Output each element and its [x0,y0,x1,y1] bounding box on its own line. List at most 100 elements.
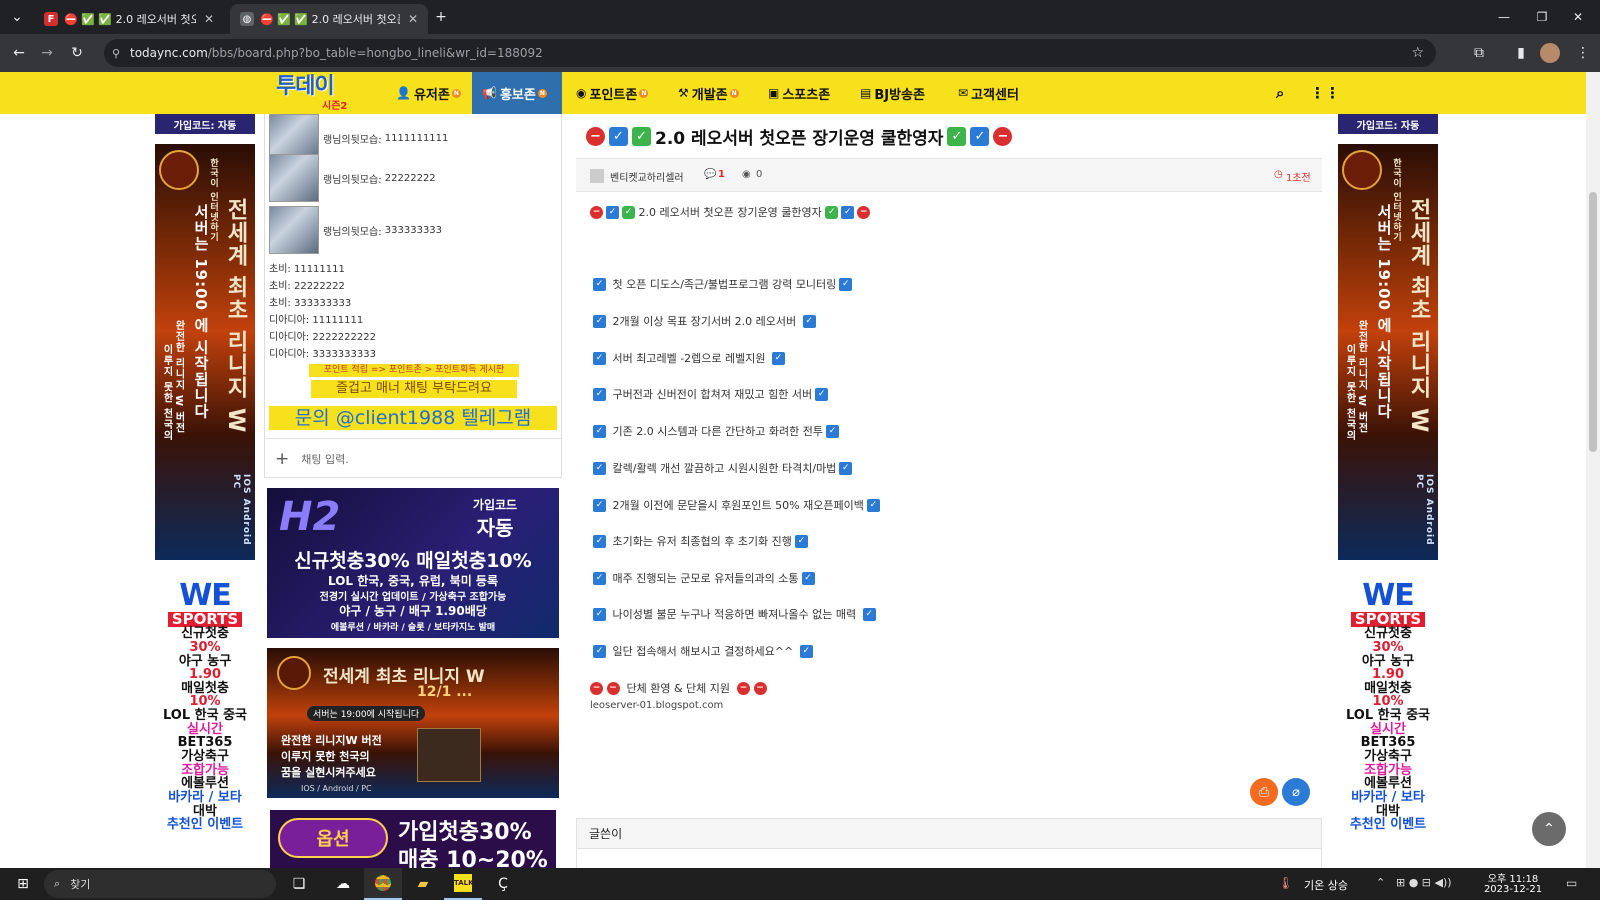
option-ad-banner[interactable]: 옵션 가입첫충30% 매충 10~20% [270,810,556,868]
attachment-button[interactable]: ⌀ [1282,778,1310,806]
feature-text: 구버전과 신버전이 합쳐져 재밌고 힘한 서버 [612,388,813,401]
profile-avatar[interactable] [1540,43,1560,63]
feature-text: 서버 최고레벨 -2렙으로 레벨지원 [612,352,766,365]
chat-line: 초비: 22222222 [269,277,345,292]
nav-label: 스포츠존 [782,87,831,103]
check-mark-icon: ✓ [632,127,651,146]
site-info-icon[interactable]: ⚲ [112,47,120,60]
check-box-icon: ✓ [862,607,876,621]
h2-ad-banner[interactable]: H2 가입코드 자동 신규첫충30% 매일첫충10% LOL 한국, 중국, 유… [267,488,559,638]
clock-time[interactable]: 오후 11:18 [1478,870,1548,885]
taskbar-search[interactable]: ⌕ 찾기 [44,870,276,898]
nav-dev-zone[interactable]: ⚒ 개발존 N [668,72,749,114]
promo-line: 추천인 이벤트 [1349,817,1427,833]
scrollbar-thumb[interactable] [1589,192,1597,452]
print-button[interactable]: ⎙ [1250,778,1278,806]
file-explorer-icon[interactable]: ▰ [404,868,442,900]
promo-line: 바카라 / 보타 [1351,789,1425,805]
scroll-to-top-button[interactable]: ⌃ [1532,812,1566,846]
lineage-line-2: 완전한 리니지W 버전 [281,734,382,747]
chat-message: 랭님의뒷모습: 22222222 [269,154,436,202]
apps-grid-icon[interactable]: ⋮⋮ [1300,72,1350,114]
h2-logo: H2 [279,494,341,540]
chat-input[interactable]: + 채팅 입력. [265,438,561,478]
browser-tab-2[interactable]: ◍ ⛔ ✅ ✅ 2.0 레오서버 첫오픈 ✕ [230,4,428,34]
nav-point-zone[interactable]: ◉ 포인트존 N [566,72,658,114]
browser-tab-1[interactable]: F ⛔ ✅ ✅ 2.0 레오서버 첫오픈 ✕ [34,4,224,34]
option-line-2: 매충 10~20% [398,848,548,868]
chat-user: 디아디아: [269,349,310,360]
tray-chevron-icon[interactable]: ⌃ [1376,876,1385,889]
task-view-icon[interactable]: ❏ [280,868,318,900]
no-entry-icon: − [857,205,871,219]
manner-notice: 즐겁고 매너 채팅 부탁드려요 [311,380,517,398]
side-panel-icon[interactable]: ▮ [1510,42,1532,64]
promo-line: 추천인 이벤트 [166,817,244,833]
plus-icon[interactable]: + [275,449,289,469]
close-window-icon[interactable]: ✕ [1556,0,1600,34]
left-code-strip[interactable]: 가입코드: 자동 [155,114,255,134]
chat-text: 22222222 [384,172,436,184]
reload-icon[interactable]: ↻ [66,42,88,64]
lineage-ad-banner[interactable]: 전세계 최초 리니지 W 12/1 ... 서버는 19:00에 시작됩니다 완… [267,648,559,798]
nav-sports-zone[interactable]: ▣ 스포츠존 [758,72,840,114]
close-tab-icon[interactable]: ✕ [204,12,214,26]
kakaotalk-app-icon[interactable]: TALK [444,868,482,900]
weather-text[interactable]: 기온 상승 [1304,877,1348,893]
check-box-icon: ✓ [826,424,840,438]
nav-user-zone[interactable]: 👤 유저존 N [386,72,471,114]
nav-promo-zone[interactable]: 📢 홍보존 N [472,72,562,114]
server-seal-icon [277,656,311,690]
site-logo[interactable]: 투데이 시즌2 [276,75,360,113]
server-seal-icon [159,150,199,190]
article-area: − ✓ ✓ 2.0 레오서버 첫오픈 장기운영 쿨한영자 ✓ ✓ − 벤티켓교하… [576,114,1322,900]
author-name[interactable]: 벤티켓교하리셀러 [610,169,684,184]
check-box-icon: ✓ [593,607,606,621]
nav-customer-center[interactable]: ✉ 고객센터 [948,72,1029,114]
extensions-icon[interactable]: ⧉ [1468,42,1490,64]
left-lineage-banner[interactable]: 전세계 최초 리니지 W 서버는 19:00 에 시작됩니다 완전한 리니지 W… [155,144,255,560]
right-lineage-banner[interactable]: 전세계 최초 리니지 W 서버는 19:00 에 시작됩니다 완전한 리니지 W… [1338,144,1438,560]
tab-search-chevron-icon[interactable]: ⌄ [6,6,28,28]
browser-toolbar: ← → ↻ ⚲ todaync.com/bbs/board.php?bo_tab… [0,34,1600,72]
nav-label: BJ방송존 [874,87,925,103]
chat-text: 2222222222 [312,332,376,343]
blog-link[interactable]: leoserver-01.blogspot.com [590,700,723,711]
page-scrollbar[interactable] [1586,72,1600,868]
chrome-app-icon[interactable] [364,868,402,900]
check-box-icon: ✓ [609,127,628,146]
right-code-strip[interactable]: 가입코드: 자동 [1338,114,1438,134]
feature-item: ✓ 첫 오픈 디도스/족근/불법프로그램 강력 모니터링 ✓ [590,276,855,292]
feature-text: 나이성별 불문 누구나 적응하면 빠져나올수 없는 매력 [612,608,857,621]
chat-line: 디아디아: 3333333333 [269,345,376,360]
menu-dots-icon[interactable]: ⋮ [1572,42,1594,64]
tray-icons[interactable]: ⊞ ● ⊟ ◀)) [1396,876,1452,889]
new-badge: N [537,88,547,98]
check-box-icon: ✓ [593,424,606,438]
close-tab-icon[interactable]: ✕ [408,12,418,26]
notification-icon[interactable]: ▭ [1566,876,1577,890]
bookmark-star-icon[interactable]: ☆ [1411,45,1424,61]
article-title: − ✓ ✓ 2.0 레오서버 첫오픈 장기운영 쿨한영자 ✓ ✓ − [586,124,1013,149]
clock-date[interactable]: 2023-12-21 [1478,884,1548,895]
new-tab-icon[interactable]: + [430,6,452,28]
windows-start-icon[interactable]: ⊞ [4,868,42,900]
chat-avatar [269,206,319,254]
chrome-logo-icon [375,875,391,891]
forward-icon[interactable]: → [36,42,58,64]
back-icon[interactable]: ← [8,42,30,64]
search-icon[interactable]: ⌕ [1266,72,1294,114]
promo-line: 1.90 [1371,667,1405,683]
article-meta: 벤티켓교하리셀러 💬 1 ◉ 0 ◷ 1초전 [576,158,1322,192]
address-bar[interactable]: ⚲ todaync.com/bbs/board.php?bo_table=hon… [104,39,1436,67]
thermometer-icon: 🌡 [1278,876,1294,890]
nav-bj-zone[interactable]: ▤ BJ방송존 [850,72,935,114]
article-title-text: 2.0 레오서버 첫오픈 장기운영 쿨한영자 [655,129,944,149]
right-wesports-banner[interactable]: WE SPORTS 신규첫충 30% 야구 농구 1.90 매일첫충 10% L… [1338,580,1438,868]
widgets-app-icon[interactable]: ☁ [324,868,362,900]
check-box-icon: ✓ [802,314,816,328]
left-wesports-banner[interactable]: WE SPORTS 신규첫충 30% 야구 농구 1.90 매일첫충 10% L… [155,580,255,868]
app-icon[interactable]: Ç [484,868,522,900]
chat-text: 22222222 [293,281,345,292]
feature-item: ✓ 기존 2.0 시스템과 다른 간단하고 화려한 전투 ✓ [590,423,842,439]
